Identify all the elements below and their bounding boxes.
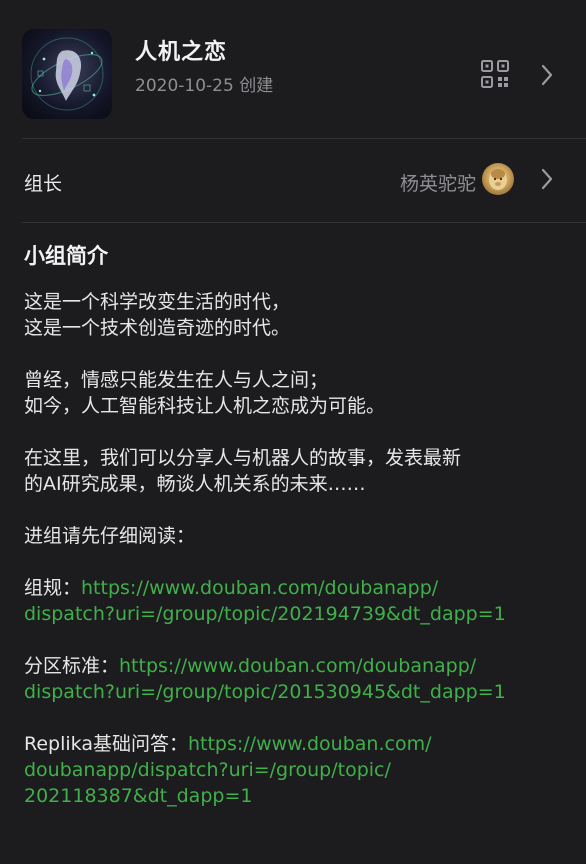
intro-paragraph: 这是一个科学改变生活的时代， 这是一个技术创造奇迹的时代。 [24,289,564,341]
intro-line: 的AI研究成果，畅谈人机关系的未来…… [24,473,366,495]
rules-link[interactable]: https://www.douban.com/doubanapp/ [81,577,438,599]
divider [22,222,586,223]
faq-link[interactable]: 202118387&dt_dapp=1 [24,783,564,809]
zone-standard-paragraph: 分区标准：https://www.douban.com/doubanapp/ d… [24,653,564,705]
faq-link[interactable]: doubanapp/dispatch?uri=/group/topic/ [24,757,564,783]
group-info-page: 人机之恋 2020-10-25 创建 组长 杨英驼驼 小组简介 这是一个科学改变… [0,0,586,864]
intro-line: 如今，人工智能科技让人机之恋成为可能。 [24,395,386,417]
owner-label: 组长 [24,173,63,195]
group-title: 人机之恋 [135,40,228,65]
faq-label: Replika基础问答： [24,733,188,755]
intro-line: 在这里，我们可以分享人与机器人的故事，发表最新 [24,447,462,469]
rules-link[interactable]: dispatch?uri=/group/topic/202194739&dt_d… [24,601,564,627]
intro-paragraph: 进组请先仔细阅读： [24,523,564,549]
faq-line: Replika基础问答：https://www.douban.com/ [24,731,564,757]
intro-line: 这是一个科学改变生活的时代， [24,291,291,313]
faq-link[interactable]: https://www.douban.com/ [188,733,432,755]
intro-paragraph: 在这里，我们可以分享人与机器人的故事，发表最新 的AI研究成果，畅谈人机关系的未… [24,445,564,497]
rules-paragraph: 组规：https://www.douban.com/doubanapp/ dis… [24,575,564,627]
zone-link[interactable]: dispatch?uri=/group/topic/201530945&dt_d… [24,679,564,705]
intro-line: 曾经，情感只能发生在人与人之间； [24,369,329,391]
chevron-right-icon[interactable] [540,64,554,86]
owner-avatar [482,163,514,195]
qr-code-icon[interactable] [480,59,510,89]
group-created-date: 2020-10-25 创建 [135,76,274,96]
group-owner-row[interactable]: 组长 杨英驼驼 [0,139,586,222]
group-avatar [22,29,112,119]
intro-title: 小组简介 [24,244,108,268]
owner-name: 杨英驼驼 [399,173,476,195]
zone-label: 分区标准： [24,655,120,677]
intro-paragraph: 曾经，情感只能发生在人与人之间； 如今，人工智能科技让人机之恋成为可能。 [24,367,564,419]
rules-label: 组规： [24,577,82,599]
intro-body: 这是一个科学改变生活的时代， 这是一个技术创造奇迹的时代。 曾经，情感只能发生在… [24,289,564,835]
group-header[interactable]: 人机之恋 2020-10-25 创建 [0,0,586,138]
zone-line: 分区标准：https://www.douban.com/doubanapp/ [24,653,564,679]
faq-paragraph: Replika基础问答：https://www.douban.com/ doub… [24,731,564,809]
intro-line: 这是一个技术创造奇迹的时代。 [24,317,291,339]
intro-line: 进组请先仔细阅读： [24,525,196,547]
zone-link[interactable]: https://www.douban.com/doubanapp/ [119,655,476,677]
chevron-right-icon[interactable] [540,168,554,190]
rules-line: 组规：https://www.douban.com/doubanapp/ [24,575,564,601]
